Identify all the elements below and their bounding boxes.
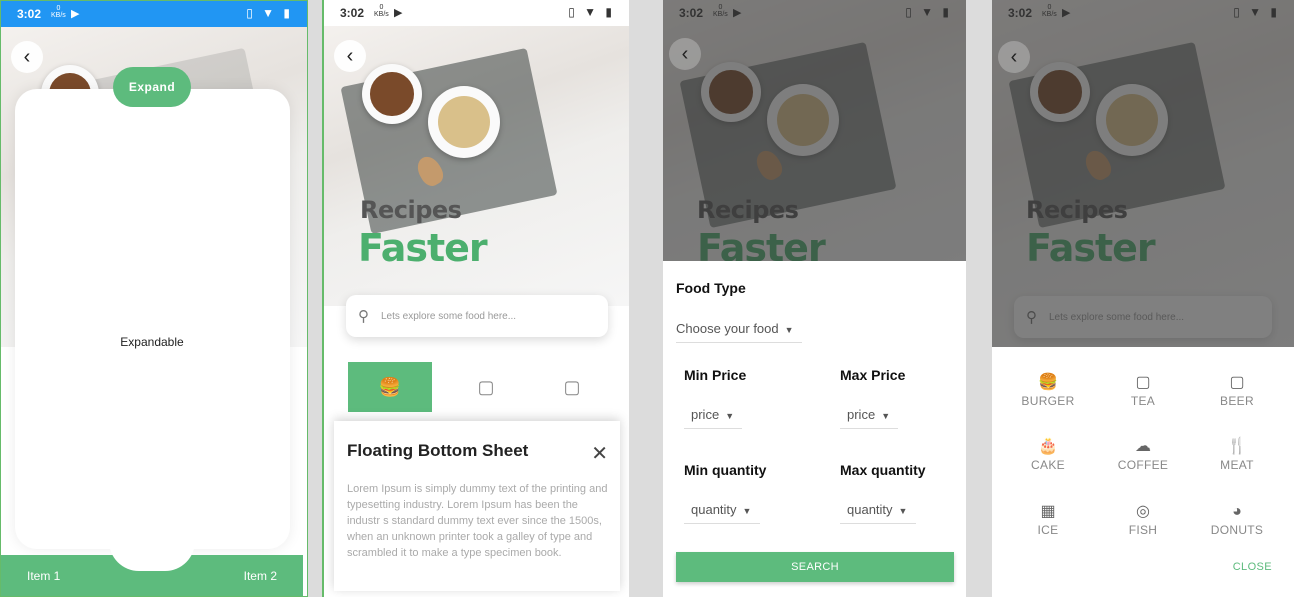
back-button[interactable]: ‹ bbox=[669, 38, 701, 70]
expandable-label: Expandable bbox=[120, 335, 184, 349]
status-bar: 3:02 0 KB/s ▶ ▯ ▼ ▮ bbox=[1, 1, 307, 27]
search-button[interactable]: SEARCH bbox=[676, 552, 954, 582]
screen-category-grid: Recipes Faster ⚲ Lets explore some food … bbox=[992, 0, 1294, 597]
category-tab-tea[interactable]: ▢ bbox=[444, 362, 528, 412]
play-icon: ▶ bbox=[733, 7, 742, 19]
status-time: 3:02 bbox=[17, 7, 42, 21]
modal-scrim[interactable] bbox=[992, 0, 1294, 347]
status-network-speed: 0 KB/s bbox=[713, 4, 728, 18]
dropdown-arrow-icon: ▼ bbox=[898, 506, 908, 516]
category-tab-burger[interactable]: 🍔 bbox=[348, 362, 432, 412]
status-time: 3:02 bbox=[340, 6, 365, 20]
max-price-label: Max Price bbox=[840, 367, 906, 383]
category-meat[interactable]: 🍴 MEAT bbox=[1187, 437, 1287, 472]
play-icon: ▶ bbox=[1062, 7, 1071, 19]
screen-expandable: 3:02 0 KB/s ▶ ▯ ▼ ▮ ‹ Expand Expandable I… bbox=[0, 0, 308, 597]
back-arrow-icon: ‹ bbox=[1010, 45, 1018, 68]
cup-icon: ▢ bbox=[1135, 374, 1151, 391]
cup-icon: ▢ bbox=[1229, 374, 1245, 391]
status-bar: 3:02 0 KB/s ▶ ▯ ▼ ▮ bbox=[992, 0, 1294, 26]
modal-scrim[interactable] bbox=[663, 0, 966, 261]
back-arrow-icon: ‹ bbox=[681, 42, 689, 65]
min-quantity-label: Min quantity bbox=[684, 462, 767, 478]
back-button[interactable]: ‹ bbox=[334, 40, 366, 72]
chart-icon: ▦ bbox=[1040, 503, 1056, 520]
status-time: 3:02 bbox=[679, 6, 704, 20]
category-fish[interactable]: ◎ FISH bbox=[1093, 502, 1193, 537]
cloud-icon: ☁ bbox=[1135, 438, 1151, 455]
food-type-dropdown[interactable]: Choose your food ▼ bbox=[676, 321, 802, 343]
pie-icon: ◕ bbox=[1232, 503, 1242, 520]
nav-item-2[interactable]: Item 2 bbox=[244, 569, 277, 583]
min-price-dropdown[interactable]: price ▼ bbox=[684, 407, 742, 429]
search-bar[interactable]: ⚲ Lets explore some food here... bbox=[346, 295, 608, 337]
expandable-card bbox=[15, 89, 290, 549]
category-burger[interactable]: 🍔 BURGER bbox=[998, 373, 1098, 408]
category-bottom-sheet: 🍔 BURGER ▢ TEA ▢ BEER 🎂 CAKE ☁ COFFEE 🍴 MEAT ▦… bbox=[992, 347, 1294, 597]
category-tab-beer[interactable]: ▢ bbox=[530, 362, 614, 412]
nav-item-1[interactable]: Item 1 bbox=[27, 569, 60, 583]
burger-icon: 🍔 bbox=[378, 376, 402, 397]
food-type-label: Food Type bbox=[676, 280, 746, 296]
bottom-navigation: Item 1 Item 2 bbox=[1, 541, 303, 596]
status-icons: ▯ ▼ ▮ bbox=[905, 5, 952, 19]
play-icon: ▶ bbox=[394, 7, 403, 19]
status-bar: 3:02 0 KB/s ▶ ▯ ▼ ▮ bbox=[663, 0, 966, 26]
search-icon: ⚲ bbox=[358, 308, 369, 325]
close-button[interactable]: CLOSE bbox=[1233, 561, 1272, 573]
status-network-speed: 0 KB/s bbox=[374, 4, 389, 18]
min-quantity-dropdown[interactable]: quantity ▼ bbox=[684, 502, 760, 524]
category-cake[interactable]: 🎂 CAKE bbox=[998, 437, 1098, 472]
category-beer[interactable]: ▢ BEER bbox=[1187, 373, 1287, 408]
status-icons: ▯ ▼ ▮ bbox=[246, 6, 293, 20]
cup-icon: ▢ bbox=[563, 376, 581, 397]
close-icon[interactable]: ✕ bbox=[591, 441, 608, 466]
expand-button[interactable]: Expand bbox=[113, 67, 191, 107]
title-recipes: Recipes bbox=[360, 196, 462, 224]
category-ice[interactable]: ▦ ICE bbox=[998, 502, 1098, 537]
dropdown-arrow-icon: ▼ bbox=[784, 325, 794, 335]
search-placeholder: Lets explore some food here... bbox=[381, 310, 517, 322]
screen-search-filter: Recipes Faster 3:02 0KB/s ▶ ▯ ▼ ▮ ‹ Food… bbox=[663, 0, 966, 597]
dropdown-arrow-icon: ▼ bbox=[742, 506, 752, 516]
status-network-speed: 0 KB/s bbox=[1042, 4, 1057, 18]
status-icons: ▯ ▼ ▮ bbox=[568, 5, 615, 19]
category-donuts[interactable]: ◕ DONUTS bbox=[1187, 502, 1287, 537]
status-bar: 3:02 0 KB/s ▶ ▯ ▼ ▮ bbox=[324, 0, 629, 26]
cup-icon: ▢ bbox=[477, 376, 495, 397]
back-arrow-icon: ‹ bbox=[23, 45, 31, 68]
sheet-body: Lorem Ipsum is simply dummy text of the … bbox=[347, 483, 608, 559]
back-button[interactable]: ‹ bbox=[11, 41, 43, 73]
max-quantity-dropdown[interactable]: quantity ▼ bbox=[840, 502, 916, 524]
play-icon: ▶ bbox=[71, 8, 80, 20]
screen-floating-sheet: 3:02 0 KB/s ▶ ▯ ▼ ▮ ‹ Recipes Faster ⚲ Le… bbox=[322, 0, 629, 597]
fork-knife-icon: 🍴 bbox=[1227, 438, 1247, 455]
dropdown-arrow-icon: ▼ bbox=[725, 411, 735, 421]
back-button[interactable]: ‹ bbox=[998, 41, 1030, 73]
status-time: 3:02 bbox=[1008, 6, 1033, 20]
back-arrow-icon: ‹ bbox=[346, 44, 354, 67]
title-faster: Faster bbox=[358, 226, 488, 270]
floating-bottom-sheet: Floating Bottom Sheet ✕ Lorem Ipsum is s… bbox=[334, 421, 620, 591]
sheet-title: Floating Bottom Sheet bbox=[347, 441, 529, 460]
target-icon: ◎ bbox=[1136, 503, 1150, 520]
max-quantity-label: Max quantity bbox=[840, 462, 926, 478]
max-price-dropdown[interactable]: price ▼ bbox=[840, 407, 898, 429]
category-tea[interactable]: ▢ TEA bbox=[1093, 373, 1193, 408]
min-price-label: Min Price bbox=[684, 367, 747, 383]
dropdown-arrow-icon: ▼ bbox=[881, 411, 891, 421]
status-network-speed: 0 KB/s bbox=[51, 5, 66, 19]
category-coffee[interactable]: ☁ COFFEE bbox=[1093, 437, 1193, 472]
nav-notch bbox=[109, 541, 195, 571]
cake-icon: 🎂 bbox=[1038, 438, 1058, 455]
burger-icon: 🍔 bbox=[1038, 374, 1058, 391]
status-icons: ▯ ▼ ▮ bbox=[1233, 5, 1280, 19]
filter-bottom-sheet: Food Type Choose your food ▼ Min Price Ma… bbox=[663, 261, 966, 597]
